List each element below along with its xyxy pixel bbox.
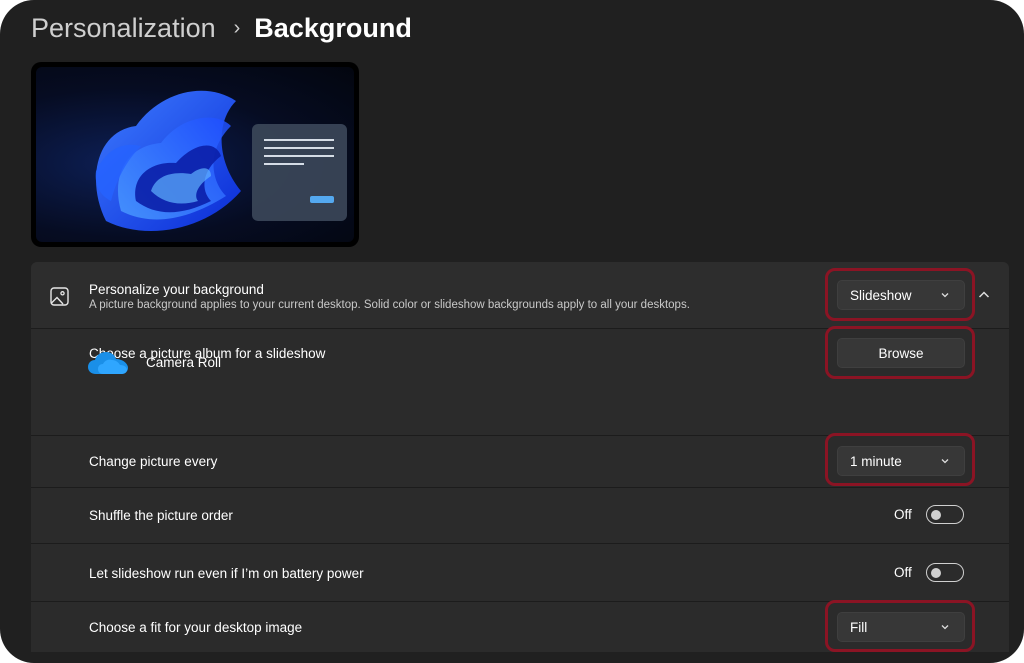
change-interval-row: Change picture every 1 minute bbox=[31, 436, 1009, 487]
picture-album-row: Choose a picture album for a slideshow B… bbox=[31, 329, 1009, 435]
personalize-background-card[interactable]: Personalize your background A picture ba… bbox=[31, 262, 1009, 328]
breadcrumb-personalization[interactable]: Personalization bbox=[31, 13, 216, 44]
background-type-dropdown[interactable]: Slideshow bbox=[837, 280, 965, 310]
toggle-knob bbox=[930, 509, 941, 520]
change-interval-dropdown[interactable]: 1 minute bbox=[837, 446, 965, 476]
chevron-down-icon bbox=[941, 293, 949, 298]
battery-row: Let slideshow run even if I’m on battery… bbox=[31, 544, 1009, 601]
page-title: Background bbox=[254, 12, 412, 43]
preview-line bbox=[264, 139, 334, 141]
browse-button[interactable]: Browse bbox=[837, 338, 965, 368]
chevron-down-icon bbox=[941, 459, 949, 464]
battery-title: Let slideshow run even if I’m on battery… bbox=[89, 566, 364, 581]
change-interval-title: Change picture every bbox=[89, 454, 218, 469]
battery-toggle[interactable] bbox=[925, 563, 964, 582]
picture-icon bbox=[50, 287, 69, 306]
battery-state-label: Off bbox=[894, 565, 912, 580]
fit-title: Choose a fit for your desktop image bbox=[89, 620, 303, 635]
settings-window: Personalization › Background Personalize… bbox=[0, 0, 1024, 663]
breadcrumb: Personalization › Background bbox=[31, 10, 412, 46]
toggle-knob bbox=[930, 567, 941, 578]
preview-line bbox=[264, 163, 304, 165]
breadcrumb-separator: › bbox=[233, 16, 241, 39]
preview-screen bbox=[36, 67, 354, 242]
fit-dropdown[interactable]: Fill bbox=[837, 612, 965, 642]
preview-window-mockup bbox=[252, 124, 347, 221]
chevron-up-icon[interactable] bbox=[978, 290, 990, 300]
onedrive-cloud-icon bbox=[88, 352, 128, 374]
desktop-preview bbox=[31, 62, 359, 247]
fit-row: Choose a fit for your desktop image Fill bbox=[31, 602, 1009, 652]
shuffle-state-label: Off bbox=[894, 507, 912, 522]
chevron-down-icon bbox=[941, 625, 949, 630]
preview-line bbox=[264, 147, 334, 149]
shuffle-title: Shuffle the picture order bbox=[89, 508, 233, 523]
windows-bloom-wallpaper-icon bbox=[95, 90, 241, 231]
preview-line bbox=[264, 155, 334, 157]
preview-button bbox=[310, 196, 334, 203]
shuffle-toggle-wrap: Off bbox=[894, 505, 964, 524]
shuffle-toggle[interactable] bbox=[925, 505, 964, 524]
shuffle-row: Shuffle the picture order Off bbox=[31, 488, 1009, 543]
personalize-description: A picture background applies to your cur… bbox=[89, 299, 690, 311]
background-type-value: Slideshow bbox=[850, 287, 912, 303]
fit-value: Fill bbox=[850, 619, 868, 635]
album-folder-name[interactable]: Camera Roll bbox=[146, 355, 221, 370]
battery-toggle-wrap: Off bbox=[894, 563, 964, 582]
change-interval-value: 1 minute bbox=[850, 453, 902, 469]
personalize-title: Personalize your background bbox=[89, 282, 264, 297]
